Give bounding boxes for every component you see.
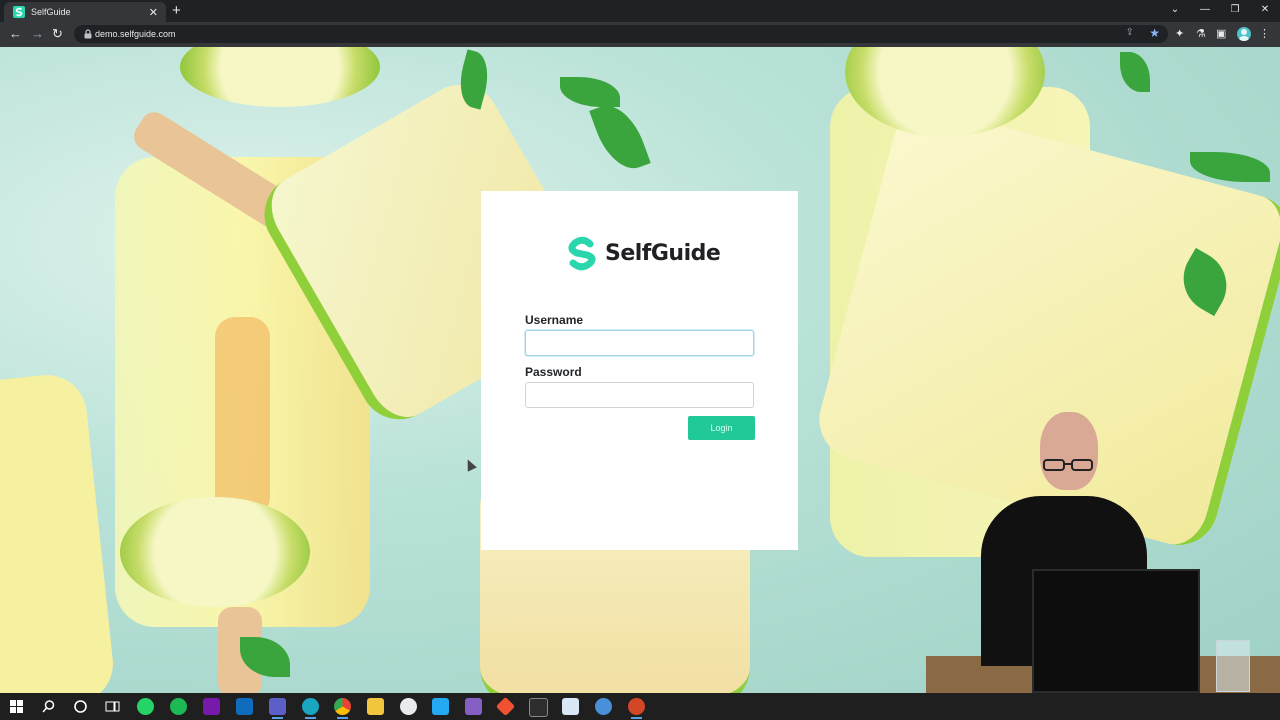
- profile-avatar[interactable]: [1237, 27, 1251, 41]
- terminal-icon[interactable]: [529, 698, 548, 717]
- tab-search-icon[interactable]: ⌄: [1160, 0, 1190, 22]
- bookmark-star-icon[interactable]: ★: [1149, 26, 1160, 40]
- extensions-icon[interactable]: ✦: [1175, 27, 1184, 41]
- side-panel-icon[interactable]: ▣: [1216, 27, 1226, 41]
- tab-selfguide[interactable]: SelfGuide ✕: [4, 2, 166, 22]
- password-label: Password: [525, 365, 582, 379]
- reload-icon[interactable]: ↻: [52, 26, 63, 42]
- spotify-icon[interactable]: [170, 698, 187, 715]
- vpn-icon[interactable]: [400, 698, 417, 715]
- mouse-cursor-icon: [463, 457, 477, 472]
- lock-icon: [84, 29, 92, 39]
- selfguide-logo-icon: [568, 236, 596, 271]
- powerpoint-icon[interactable]: [628, 698, 645, 719]
- username-input[interactable]: [525, 330, 754, 356]
- water-glass: [1216, 640, 1250, 692]
- selfguide-favicon-icon: [13, 6, 25, 18]
- laptop: [1032, 569, 1200, 693]
- address-bar[interactable]: demo.selfguide.com ⇪ ★: [74, 25, 1168, 43]
- file-explorer-icon[interactable]: [367, 698, 384, 715]
- lime-slice-top-left: [180, 47, 380, 107]
- task-view-icon[interactable]: [104, 698, 121, 715]
- minimize-button[interactable]: —: [1190, 0, 1220, 22]
- tab-strip: SelfGuide ✕ + ⌄ — ❐ ✕: [0, 0, 1280, 22]
- mint-leaf: [1120, 52, 1150, 92]
- vscode-icon[interactable]: [432, 698, 449, 715]
- cortana-icon[interactable]: [72, 698, 89, 715]
- whatsapp-icon[interactable]: [137, 698, 154, 715]
- close-window-button[interactable]: ✕: [1250, 0, 1280, 22]
- window-controls: ⌄ — ❐ ✕: [1160, 0, 1280, 22]
- tab-title: SelfGuide: [31, 7, 71, 17]
- restore-button[interactable]: ❐: [1220, 0, 1250, 22]
- brand-name: SelfGuide: [605, 240, 721, 266]
- edge-icon[interactable]: [302, 698, 319, 719]
- glasses-icon: [1043, 459, 1093, 471]
- calendar-icon[interactable]: [562, 698, 579, 715]
- share-icon[interactable]: ⇪: [1126, 27, 1134, 38]
- url-text: demo.selfguide.com: [95, 29, 176, 39]
- visual-studio-icon[interactable]: [465, 698, 482, 715]
- browser-toolbar: ← → ↻ demo.selfguide.com ⇪ ★ ✦ ⚗ ▣ ⋮: [0, 22, 1280, 47]
- menu-kebab-icon[interactable]: ⋮: [1259, 27, 1270, 41]
- password-input[interactable]: [525, 382, 754, 408]
- lab-flask-icon[interactable]: ⚗: [1196, 27, 1206, 41]
- forward-arrow-icon[interactable]: →: [31, 26, 44, 42]
- new-tab-button[interactable]: +: [172, 2, 181, 20]
- tab-close-icon[interactable]: ✕: [149, 6, 158, 19]
- lime-slice: [120, 497, 310, 607]
- selfguide-logo: SelfGuide: [563, 235, 721, 271]
- popsicle-edge: [0, 371, 117, 693]
- mint-leaf: [1190, 152, 1270, 182]
- popsicle-left-stripe: [215, 317, 270, 517]
- mint-leaf: [589, 97, 651, 177]
- login-card: SelfGuide Username Password Login: [481, 191, 798, 550]
- git-icon[interactable]: [495, 696, 516, 717]
- login-button[interactable]: Login: [688, 416, 755, 440]
- back-arrow-icon[interactable]: ←: [9, 26, 22, 42]
- teams-icon[interactable]: [269, 698, 286, 719]
- windows-taskbar: [0, 693, 1280, 720]
- presenter-webcam-overlay: [926, 408, 1280, 693]
- username-label: Username: [525, 313, 584, 327]
- onenote-icon[interactable]: [203, 698, 220, 715]
- search-icon[interactable]: [40, 698, 57, 715]
- globe-icon[interactable]: [595, 698, 612, 715]
- chrome-icon[interactable]: [334, 698, 351, 719]
- windows-start-icon[interactable]: [8, 698, 25, 715]
- presenter-head: [1040, 412, 1098, 490]
- outlook-icon[interactable]: [236, 698, 253, 715]
- mint-leaf: [560, 77, 620, 107]
